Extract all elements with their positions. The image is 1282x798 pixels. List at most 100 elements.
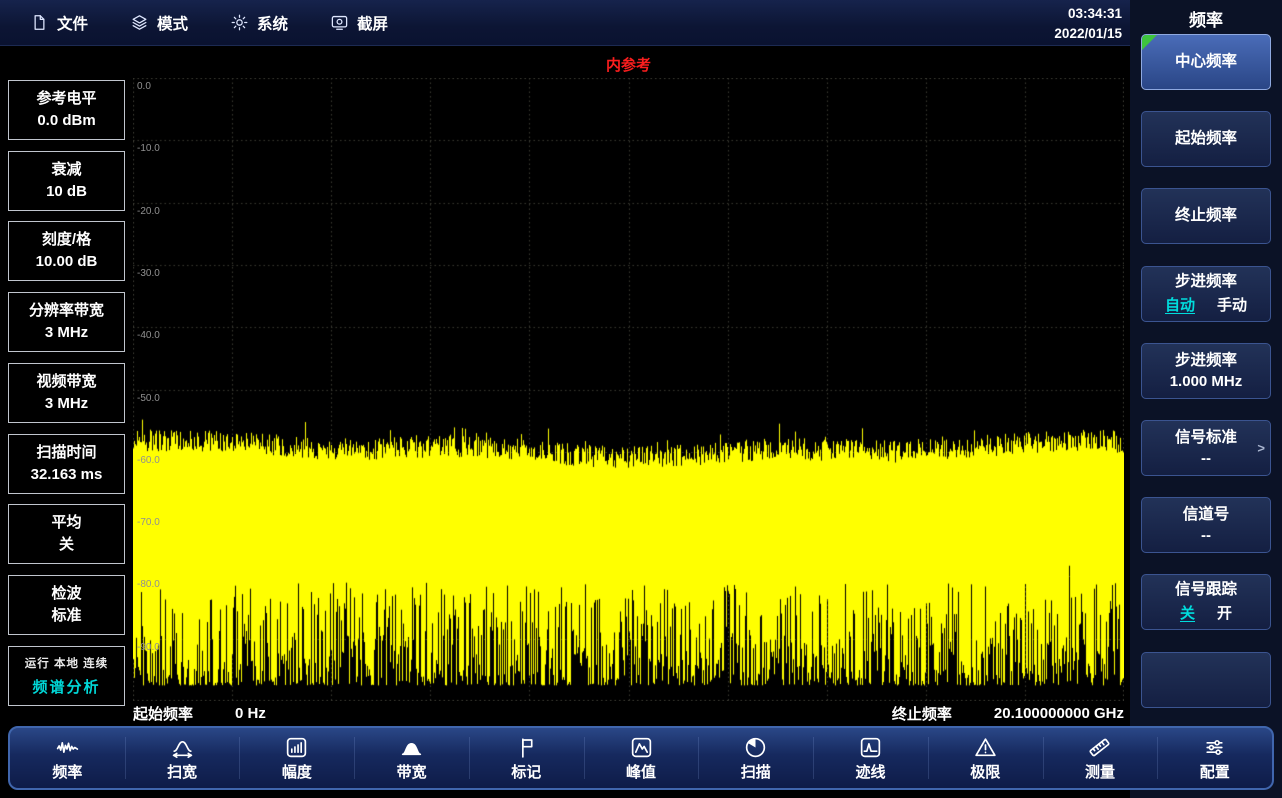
frequency-readout-row: 起始频率 0 Hz 终止频率 20.100000000 GHz <box>133 703 1124 724</box>
toggle-option[interactable]: 自动 <box>1165 294 1195 315</box>
y-axis-tick: -20.0 <box>137 206 160 217</box>
softkey-label: 信号标准 <box>1175 429 1237 446</box>
reference-indicator: 内参考 <box>133 54 1124 75</box>
toolbar-label: 频率 <box>52 761 82 782</box>
toggle-option[interactable]: 关 <box>1180 602 1195 623</box>
toggle-option[interactable]: 手动 <box>1217 294 1247 315</box>
trace-icon <box>858 735 883 760</box>
menu-limit[interactable]: 极限 <box>928 728 1043 788</box>
measure-icon <box>1087 735 1112 760</box>
start-frequency-value: 0 Hz <box>235 705 266 722</box>
mode-icon <box>130 13 149 32</box>
span-icon <box>170 735 195 760</box>
param-sweep-time[interactable]: 扫描时间32.163 ms <box>8 434 125 494</box>
softkey-center-frequency[interactable]: 中心频率 <box>1141 34 1271 90</box>
softkey-signal-tracking[interactable]: 信号跟踪关开 <box>1141 574 1271 630</box>
bandwidth-icon <box>399 735 424 760</box>
y-axis-tick: -60.0 <box>137 455 160 466</box>
stop-frequency-value: 20.100000000 GHz <box>994 705 1124 722</box>
config-icon <box>1202 735 1227 760</box>
y-axis-tick: -50.0 <box>137 393 160 404</box>
softkey-channel-number[interactable]: 信道号-- <box>1141 497 1271 553</box>
softkey-stop-frequency[interactable]: 终止频率 <box>1141 188 1271 244</box>
date-display: 2022/01/15 <box>1054 24 1122 44</box>
param-label: 平均 <box>51 515 81 532</box>
softkey-label: 信道号 <box>1183 506 1230 523</box>
softkey-start-frequency[interactable]: 起始频率 <box>1141 111 1271 167</box>
menu-span[interactable]: 扫宽 <box>125 728 240 788</box>
file-icon <box>30 13 49 32</box>
menu-peak[interactable]: 峰值 <box>584 728 699 788</box>
sweep-icon <box>743 735 768 760</box>
menu-measure[interactable]: 测量 <box>1043 728 1158 788</box>
param-ref-level[interactable]: 参考电平 0.0 dBm <box>8 80 125 140</box>
param-attenuation[interactable]: 衰减 10 dB <box>8 151 125 211</box>
softkey-step-frequency-mode[interactable]: 步进频率自动 手动 <box>1141 266 1271 322</box>
menu-frequency[interactable]: 频率 <box>10 728 125 788</box>
param-scale-div[interactable]: 刻度/格10.00 dB <box>8 221 125 281</box>
y-axis-tick: -70.0 <box>137 517 160 528</box>
param-label: 参考电平 <box>36 91 96 108</box>
param-label: 衰减 <box>51 162 81 179</box>
peak-icon <box>629 735 654 760</box>
spectrum-display: 0.0-10.0-20.0-30.0-40.0-50.0-60.0-70.0-8… <box>133 78 1124 701</box>
toolbar-label: 扫描 <box>741 761 771 782</box>
toggle-option[interactable]: 开 <box>1217 602 1232 623</box>
softkey-label: 步进频率 <box>1175 273 1237 290</box>
menu-marker[interactable]: 标记 <box>469 728 584 788</box>
menu-label: 文件 <box>57 12 88 34</box>
menu-sweep[interactable]: 扫描 <box>698 728 813 788</box>
menu-file[interactable]: 文件 <box>30 12 88 34</box>
param-label: 检波 <box>51 586 81 603</box>
waveform-icon <box>55 735 80 760</box>
toolbar-label: 带宽 <box>397 761 427 782</box>
run-status-line: 运行 本地 连续 <box>25 655 108 671</box>
top-menu-items: 文件 模式 系统 截屏 <box>30 12 388 34</box>
y-axis-tick: 0.0 <box>137 81 151 92</box>
softkey-toggle-options: 自动 手动 <box>1165 294 1247 315</box>
softkey-value: -- <box>1201 450 1211 467</box>
softkey-label: 步进频率 <box>1175 352 1237 369</box>
softkey-label: 中心频率 <box>1175 53 1237 70</box>
menu-system[interactable]: 系统 <box>230 12 288 34</box>
system-icon <box>230 13 249 32</box>
menu-mode[interactable]: 模式 <box>130 12 188 34</box>
softkey-step-frequency-value[interactable]: 步进频率1.000 MHz <box>1141 343 1271 399</box>
param-value: 10 dB <box>46 184 87 201</box>
param-detector[interactable]: 检波标准 <box>8 575 125 635</box>
y-axis-tick: -90.0 <box>137 642 160 653</box>
bottom-menu-bar: 频率 扫宽幅度 带宽 标记峰值扫描 迹线 极限测量配置 <box>8 726 1274 790</box>
menu-bandwidth[interactable]: 带宽 <box>354 728 469 788</box>
marker-icon <box>514 735 539 760</box>
menu-screenshot[interactable]: 截屏 <box>330 12 388 34</box>
menu-config[interactable]: 配置 <box>1157 728 1272 788</box>
run-status-box: 运行 本地 连续频谱分析 <box>8 646 125 706</box>
softkey-toggle-options: 关开 <box>1180 602 1232 623</box>
menu-amplitude[interactable]: 幅度 <box>239 728 354 788</box>
menu-trace[interactable]: 迹线 <box>813 728 928 788</box>
submenu-arrow-icon: > <box>1257 441 1265 456</box>
toolbar-label: 幅度 <box>282 761 312 782</box>
param-value: 0.0 dBm <box>37 113 95 130</box>
screenshot-icon <box>330 13 349 32</box>
param-rbw[interactable]: 分辨率带宽3 MHz <box>8 292 125 352</box>
param-value: 32.163 ms <box>31 467 103 484</box>
y-axis-tick: -40.0 <box>137 330 160 341</box>
softkey-label: 起始频率 <box>1175 130 1237 147</box>
active-mode-label: 频谱分析 <box>32 676 100 697</box>
toolbar-label: 迹线 <box>856 761 886 782</box>
stop-frequency-label: 终止频率 <box>892 703 952 724</box>
param-value: 关 <box>59 537 74 554</box>
param-value: 3 MHz <box>45 325 88 342</box>
softkey-signal-standard[interactable]: 信号标准 -- > <box>1141 420 1271 476</box>
top-menubar: 文件 模式 系统 截屏 03:34:31 2022/01/15 <box>0 0 1130 46</box>
y-axis-tick: -80.0 <box>137 579 160 590</box>
param-average[interactable]: 平均关 <box>8 504 125 564</box>
start-frequency-label: 起始频率 <box>133 703 193 724</box>
y-axis-tick: -10.0 <box>137 143 160 154</box>
param-value: 3 MHz <box>45 396 88 413</box>
softkey-label: 终止频率 <box>1175 207 1237 224</box>
param-label: 刻度/格 <box>42 232 91 249</box>
clock: 03:34:31 2022/01/15 <box>1054 4 1122 45</box>
param-vbw[interactable]: 视频带宽3 MHz <box>8 363 125 423</box>
